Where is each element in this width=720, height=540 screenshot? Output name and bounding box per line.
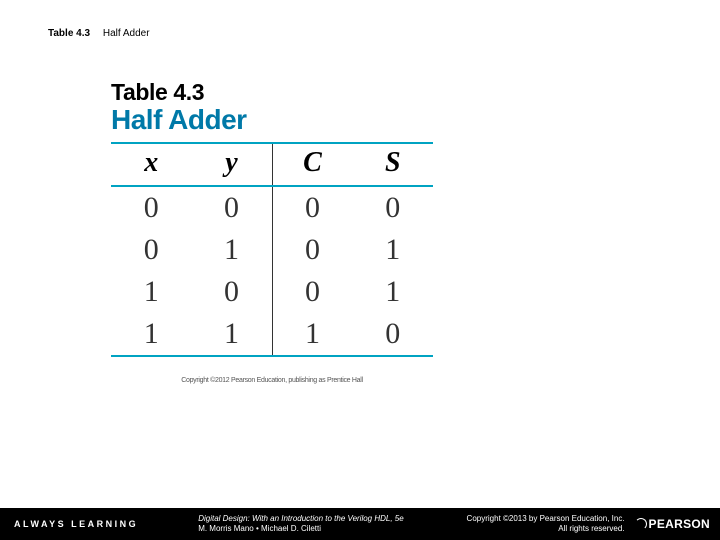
col-header: C bbox=[272, 143, 353, 186]
truth-table: x y C S 0 0 0 0 0 1 0 1 1 0 0 bbox=[111, 142, 433, 357]
caption-number: Table 4.3 bbox=[48, 28, 90, 39]
copyright-line: All rights reserved. bbox=[467, 524, 625, 534]
figure: Table 4.3 Half Adder x y C S 0 0 0 0 0 1… bbox=[111, 79, 433, 384]
footer-copyright: Copyright ©2013 by Pearson Education, In… bbox=[467, 514, 625, 534]
footer-credits: Digital Design: With an Introduction to … bbox=[198, 514, 404, 534]
publisher-logo: PEARSON bbox=[635, 517, 710, 531]
copyright-line: Copyright ©2013 by Pearson Education, In… bbox=[467, 514, 625, 524]
table-row: 1 1 1 0 bbox=[111, 313, 433, 356]
figure-title: Half Adder bbox=[111, 104, 433, 136]
book-title: Digital Design: With an Introduction to … bbox=[198, 514, 404, 524]
pearson-arc-icon bbox=[635, 518, 647, 530]
table-header-row: x y C S bbox=[111, 143, 433, 186]
table-row: 0 0 0 0 bbox=[111, 186, 433, 229]
figure-copyright: Copyright ©2012 Pearson Education, publi… bbox=[111, 377, 433, 384]
book-authors: M. Morris Mano • Michael D. Ciletti bbox=[198, 524, 404, 534]
table-row: 0 1 0 1 bbox=[111, 229, 433, 271]
publisher-name: PEARSON bbox=[649, 517, 710, 531]
col-header: S bbox=[353, 143, 434, 186]
slide-caption: Table 4.3 Half Adder bbox=[48, 28, 150, 39]
caption-title: Half Adder bbox=[103, 28, 150, 39]
col-header: x bbox=[111, 143, 192, 186]
table-row: 1 0 0 1 bbox=[111, 271, 433, 313]
always-learning-tag: ALWAYS LEARNING bbox=[14, 519, 138, 529]
col-header: y bbox=[192, 143, 273, 186]
figure-table-number: Table 4.3 bbox=[111, 79, 433, 106]
slide-footer: ALWAYS LEARNING Digital Design: With an … bbox=[0, 508, 720, 540]
